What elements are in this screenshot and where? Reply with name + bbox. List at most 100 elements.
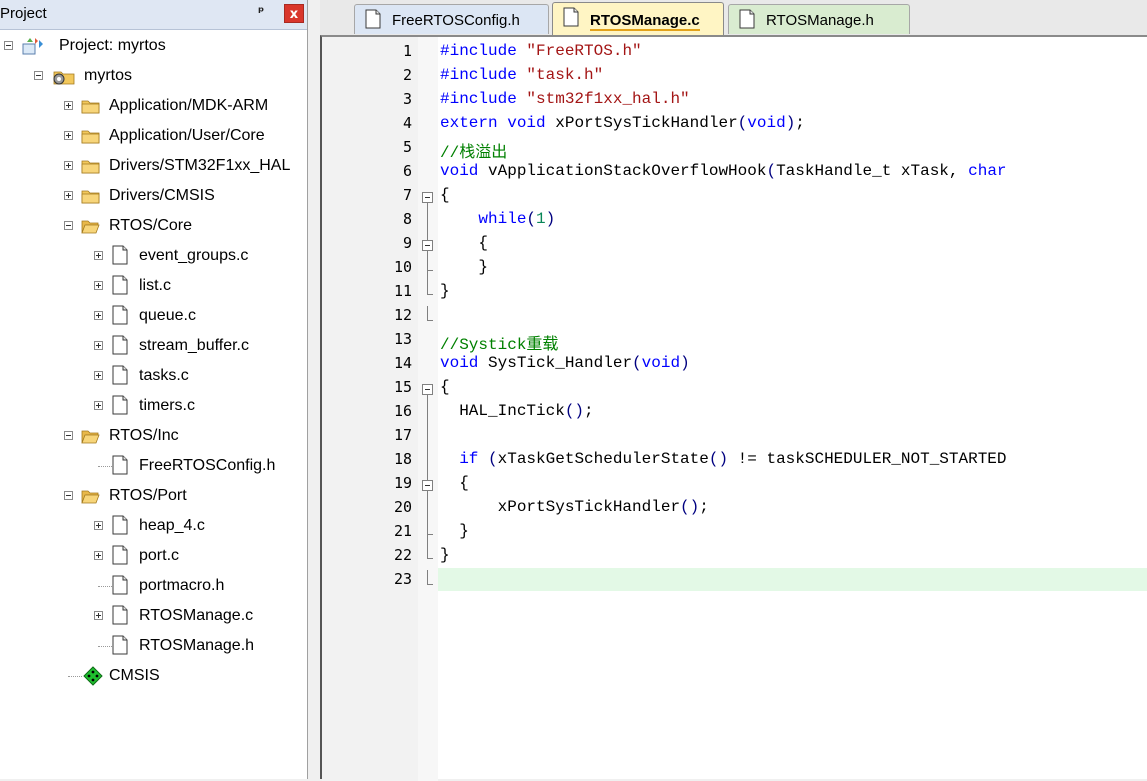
code-token: if [459,450,489,468]
tree-item[interactable]: CMSIS [0,662,307,692]
close-icon[interactable]: x [284,4,304,23]
fold-toggle-icon[interactable] [422,480,433,491]
code-token: } [440,522,469,540]
code-area[interactable]: #include "FreeRTOS.h" #include "task.h" #i… [438,37,1147,781]
tree-item[interactable]: RTOS/Port [0,482,307,512]
code-editor[interactable]: 1 2 3 4 5 6 7 8 9 10 11 12 13 14 15 16 17 18 19 20 21 22 23 #i… [320,35,1147,781]
code-token: ( [526,210,537,228]
collapse-icon[interactable] [34,71,43,80]
tree-item[interactable]: stream_buffer.c [0,332,307,362]
code-token: != taskSCHEDULER_NOT_STARTED [728,450,1007,468]
collapse-icon[interactable] [64,221,73,230]
collapse-icon[interactable] [64,491,73,500]
expand-icon[interactable] [64,131,73,140]
code-token: xPortSysTickHandler [440,498,681,516]
code-token: "task.h" [526,66,604,84]
expand-icon[interactable] [94,521,103,530]
tree-item-label: RTOS/Inc [109,427,179,444]
code-line: extern void xPortSysTickHandler(void); [440,114,805,132]
fold-end [427,270,433,271]
file-icon [112,305,128,325]
code-token: xPortSysTickHandler [555,114,738,132]
code-token: ( [766,162,777,180]
tree-item[interactable]: Drivers/STM32F1xx_HAL [0,152,307,182]
expand-icon[interactable] [94,611,103,620]
file-icon [112,575,128,595]
line-number: 21 [393,522,412,540]
tree-item[interactable]: tasks.c [0,362,307,392]
tree-item-label: tasks.c [139,367,189,384]
code-line: while(1) [440,210,555,228]
fold-end [427,558,433,559]
file-icon [112,275,128,295]
tree-item[interactable]: Drivers/CMSIS [0,182,307,212]
pin-icon[interactable]: ᵖ [258,5,264,20]
tree-item[interactable]: Application/MDK-ARM [0,92,307,122]
expand-icon[interactable] [94,371,103,380]
editor-tab[interactable]: RTOSManage.h [728,4,910,34]
tree-item[interactable]: Project: myrtos [0,32,307,62]
file-icon [112,335,128,355]
tree-item[interactable]: Application/User/Core [0,122,307,152]
fold-toggle-icon[interactable] [422,192,433,203]
tree-item[interactable]: RTOS/Inc [0,422,307,452]
tree-item[interactable]: RTOS/Core [0,212,307,242]
tree-item[interactable]: RTOSManage.h [0,632,307,662]
expand-icon[interactable] [94,401,103,410]
file-icon [112,395,128,415]
expand-icon[interactable] [94,341,103,350]
code-token: HAL_IncTick [440,402,565,420]
fold-toggle-icon[interactable] [422,384,433,395]
line-number: 2 [402,66,412,84]
expand-icon[interactable] [94,551,103,560]
expand-icon[interactable] [64,191,73,200]
tree-item[interactable]: FreeRTOSConfig.h [0,452,307,482]
code-token: void [641,354,681,372]
panel-title: Project [0,5,47,22]
code-token: void [440,162,489,180]
collapse-icon[interactable] [4,41,13,50]
fold-toggle-icon[interactable] [422,240,433,251]
expand-icon[interactable] [94,251,103,260]
editor-tab[interactable]: FreeRTOSConfig.h [354,4,549,34]
tree-item[interactable]: queue.c [0,302,307,332]
line-number: 22 [393,546,412,564]
expand-icon[interactable] [64,101,73,110]
code-line: HAL_IncTick(); [440,402,593,420]
expand-icon[interactable] [94,281,103,290]
line-number: 10 [393,258,412,276]
tree-item[interactable]: RTOSManage.c [0,602,307,632]
editor-tab[interactable]: RTOSManage.c [552,2,724,35]
tree-item[interactable]: list.c [0,272,307,302]
fold-line [427,491,428,534]
collapse-icon[interactable] [64,431,73,440]
code-token: ( [488,450,498,468]
tab-label: FreeRTOSConfig.h [392,12,520,29]
tab-label: RTOSManage.c [590,12,700,31]
panel-splitter[interactable] [308,0,320,779]
expand-icon[interactable] [94,311,103,320]
line-number-gutter: 1 2 3 4 5 6 7 8 9 10 11 12 13 14 15 16 17 18 19 20 21 22 23 [322,37,418,781]
tree-item-label: myrtos [84,67,132,84]
code-token: #include [440,66,527,84]
panel-header: Project ᵖ x [0,0,307,30]
code-line: #include "FreeRTOS.h" [440,42,642,60]
tree-item[interactable]: port.c [0,542,307,572]
line-number: 8 [402,210,412,228]
tree-item-label: Application/User/Core [109,127,265,144]
tree-item[interactable]: myrtos [0,62,307,92]
file-icon [563,7,579,27]
line-number: 1 [402,42,412,60]
expand-icon[interactable] [64,161,73,170]
tree-item[interactable]: timers.c [0,392,307,422]
tree-item[interactable]: heap_4.c [0,512,307,542]
tree-item-label: FreeRTOSConfig.h [139,457,276,474]
code-line: void SysTick_Handler(void) [440,354,690,372]
code-line: { [440,378,450,396]
tree-item[interactable]: event_groups.c [0,242,307,272]
tree-item-label: port.c [139,547,180,564]
tree-item[interactable]: portmacro.h [0,572,307,602]
line-number: 14 [393,354,412,372]
